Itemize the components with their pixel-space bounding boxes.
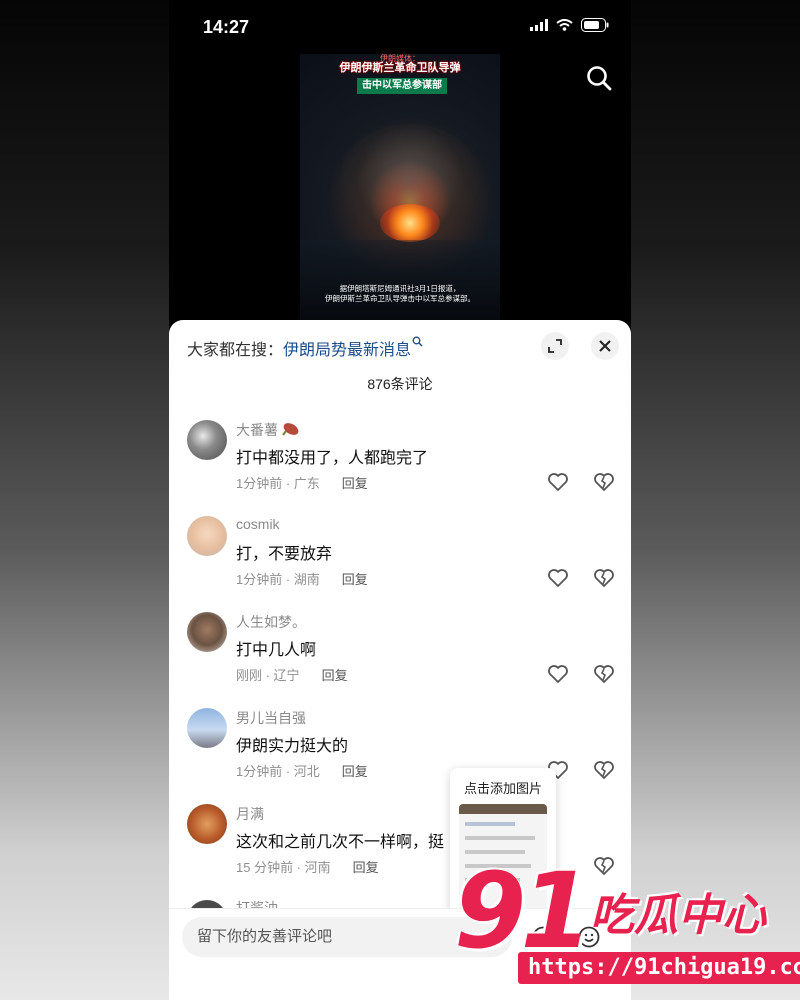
comment-meta: 1分钟前 · 河北 回复: [236, 761, 368, 780]
avatar[interactable]: [187, 708, 227, 748]
close-button[interactable]: [591, 332, 619, 360]
comment-count: 876条评论: [367, 376, 433, 392]
comment-time: 1分钟前 · 河北: [236, 764, 320, 779]
comment-item: 人生如梦。 打中几人啊 刚刚 · 辽宁 回复: [169, 612, 631, 708]
add-image-title: 点击添加图片: [463, 781, 542, 796]
status-icons: [530, 18, 609, 32]
close-icon: [599, 340, 611, 352]
expand-button[interactable]: [541, 332, 569, 360]
trending-search-keyword[interactable]: 伊朗局势最新消息: [283, 342, 411, 359]
trending-search[interactable]: 大家都在搜：伊朗局势最新消息: [187, 336, 423, 360]
thumb-line: [465, 822, 515, 826]
comment-time: 1分钟前 · 湖南: [236, 572, 320, 587]
avatar[interactable]: [187, 804, 227, 844]
broken-heart-icon[interactable]: [593, 567, 615, 589]
sweet-potato-emoji-icon: [282, 423, 299, 436]
comment-meta: 1分钟前 · 广东 回复: [236, 473, 368, 492]
status-bar: 14:27: [169, 0, 631, 55]
reply-button[interactable]: 回复: [342, 572, 368, 587]
comment-item: 大番薯 打中都没用了，人都跑完了 1分钟前 · 广东 回复: [169, 420, 631, 516]
reply-button[interactable]: 回复: [342, 476, 368, 491]
comment-username[interactable]: 人生如梦。: [236, 612, 306, 632]
video-city: [300, 240, 500, 320]
heart-icon[interactable]: [547, 567, 569, 589]
signal-icon: [530, 19, 548, 31]
comment-item: cosmik 打，不要放弃 1分钟前 · 湖南 回复: [169, 516, 631, 612]
comment-username[interactable]: 大番薯: [236, 420, 300, 440]
video-thumbnail[interactable]: 伊朗媒体： 伊朗伊斯兰革命卫队导弹 击中以军总参谋部 据伊朗塔斯尼姆通讯社3月1…: [300, 54, 500, 320]
heart-icon[interactable]: [547, 471, 569, 493]
wifi-icon: [556, 19, 573, 31]
search-small-icon: [412, 336, 423, 347]
avatar[interactable]: [187, 420, 227, 460]
trending-search-prefix: 大家都在搜：: [187, 342, 284, 359]
comment-text: 伊朗实力挺大的: [236, 738, 349, 755]
comment-time: 15 分钟前 · 河南: [236, 860, 331, 875]
reply-button[interactable]: 回复: [322, 668, 348, 683]
comment-text: 打中几人啊: [236, 642, 317, 659]
video-caption: 据伊朗塔斯尼姆通讯社3月1日报道， 伊朗伊斯兰革命卫队导弹击中以军总参谋部。: [300, 284, 500, 304]
comment-username[interactable]: 男儿当自强: [236, 708, 306, 728]
heart-icon[interactable]: [547, 663, 569, 685]
thumb-header: [459, 804, 547, 814]
battery-icon: [581, 18, 609, 32]
broken-heart-icon[interactable]: [593, 471, 615, 493]
watermark-name: 吃瓜中心: [590, 891, 766, 940]
comment-username[interactable]: 月满: [236, 804, 264, 824]
reply-button[interactable]: 回复: [353, 860, 379, 875]
video-fire: [380, 204, 440, 242]
comment-item: 男儿当自强 伊朗实力挺大的 1分钟前 · 河北 回复: [169, 708, 631, 804]
thumb-line: [465, 836, 535, 840]
search-icon[interactable]: [585, 64, 613, 92]
reply-button[interactable]: 回复: [342, 764, 368, 779]
comment-text: 这次和之前几次不一样啊，挺: [236, 834, 445, 851]
expand-icon: [548, 339, 562, 353]
broken-heart-icon[interactable]: [593, 759, 615, 781]
comment-text: 打中都没用了，人都跑完了: [236, 450, 429, 467]
comment-meta: 15 分钟前 · 河南 回复: [236, 857, 379, 876]
comment-text: 打，不要放弃: [236, 546, 333, 563]
watermark-number: 91: [454, 850, 593, 972]
video-tag: 击中以军总参谋部: [357, 78, 447, 94]
site-watermark: 91 吃瓜中心 https://91chigua19.com: [452, 850, 800, 992]
status-time: 14:27: [203, 17, 250, 37]
avatar[interactable]: [187, 612, 227, 652]
broken-heart-icon[interactable]: [593, 663, 615, 685]
comment-username-text: 大番薯: [236, 422, 278, 438]
video-headline: 伊朗伊斯兰革命卫队导弹: [339, 62, 461, 74]
comment-time: 1分钟前 · 广东: [236, 476, 320, 491]
comment-time: 刚刚 · 辽宁: [236, 668, 300, 683]
video-caption-line1: 据伊朗塔斯尼姆通讯社3月1日报道，: [339, 284, 461, 293]
comment-username[interactable]: cosmik: [236, 516, 280, 532]
comment-meta: 刚刚 · 辽宁 回复: [236, 665, 348, 684]
avatar[interactable]: [187, 516, 227, 556]
video-caption-line2: 伊朗伊斯兰革命卫队导弹击中以军总参谋部。: [325, 294, 475, 303]
comment-meta: 1分钟前 · 湖南 回复: [236, 569, 368, 588]
watermark-url: https://91chigua19.com: [518, 952, 800, 984]
